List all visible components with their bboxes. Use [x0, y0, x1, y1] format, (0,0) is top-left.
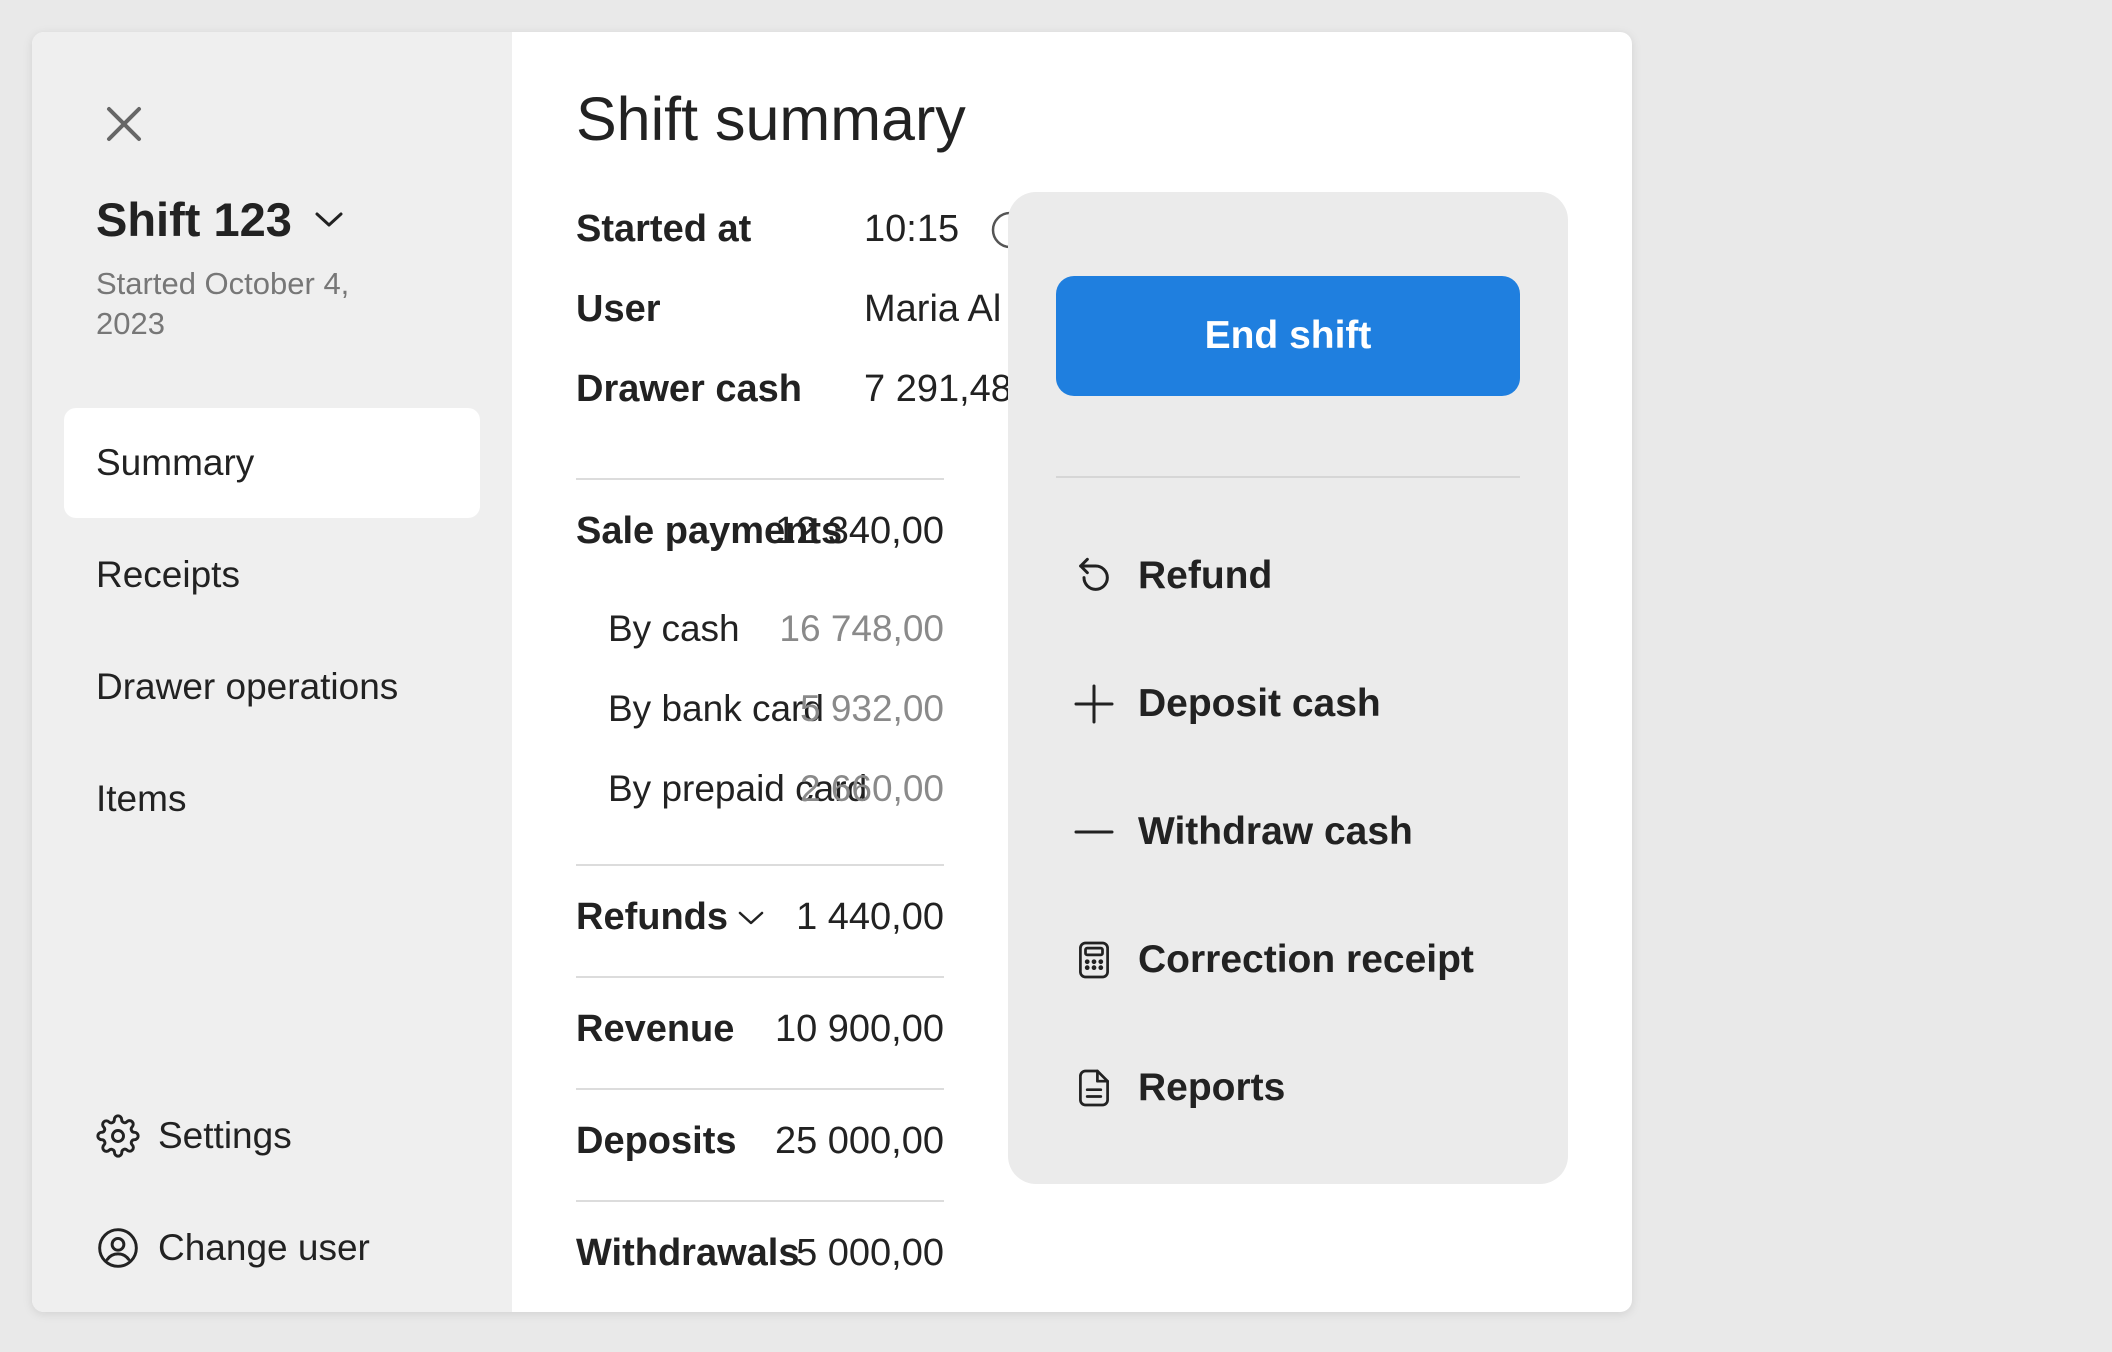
divider	[1056, 476, 1520, 478]
withdraw-cash-label: Withdraw cash	[1138, 810, 1413, 853]
sidebar-item-items[interactable]: Items	[64, 744, 480, 854]
refund-icon	[1072, 554, 1116, 598]
sidebar-item-receipts[interactable]: Receipts	[64, 520, 480, 630]
deposits-value: 25 000,00	[774, 1120, 944, 1162]
divider	[576, 1200, 944, 1202]
drawer-cash-label: Drawer cash	[576, 368, 803, 410]
reports-label: Reports	[1138, 1066, 1286, 1109]
started-at-label: Started at	[576, 208, 752, 250]
started-at-value: 10:15	[864, 208, 960, 250]
by-bank-card-value: 5 932,00	[799, 688, 944, 729]
sale-payments-value: 12 340,00	[774, 510, 944, 552]
minus-icon	[1072, 810, 1116, 854]
withdraw-cash-menu-item[interactable]: Withdraw cash	[1072, 802, 1413, 862]
by-cash-row: By cash 16 748,00	[608, 608, 944, 658]
sidebar: Shift 123 Started October 4, 2023 Summar…	[32, 32, 512, 1312]
deposit-cash-menu-item[interactable]: Deposit cash	[1072, 674, 1381, 734]
change-user-link[interactable]: Change user	[96, 1226, 370, 1270]
deposit-cash-label: Deposit cash	[1138, 682, 1381, 725]
shift-started-date: Started October 4, 2023	[96, 266, 350, 341]
refunds-label: Refunds	[576, 896, 728, 938]
gear-icon	[96, 1114, 140, 1158]
deposits-row[interactable]: Deposits 25 000,00	[576, 1120, 944, 1170]
sidebar-item-label: Items	[96, 778, 187, 819]
refunds-row[interactable]: Refunds 1 440,00	[576, 896, 944, 946]
user-value: Maria Al	[864, 288, 1002, 330]
change-user-label: Change user	[158, 1227, 370, 1268]
end-shift-button[interactable]: End shift	[1056, 276, 1520, 396]
plus-icon	[1072, 682, 1116, 726]
chevron-down-icon	[738, 910, 764, 926]
settings-label: Settings	[158, 1115, 292, 1156]
user-label: User	[576, 288, 661, 330]
sidebar-item-label: Summary	[96, 442, 255, 483]
close-icon	[106, 106, 142, 142]
divider	[576, 864, 944, 866]
settings-link[interactable]: Settings	[96, 1114, 292, 1158]
calculator-icon	[1072, 938, 1116, 982]
by-bank-card-label: By bank card	[608, 688, 824, 729]
close-button[interactable]	[96, 96, 152, 152]
user-circle-icon	[96, 1226, 140, 1270]
by-cash-value: 16 748,00	[779, 608, 944, 649]
shift-selector[interactable]: Shift 123	[96, 192, 344, 247]
refunds-value: 1 440,00	[796, 896, 944, 938]
sidebar-item-summary[interactable]: Summary	[64, 408, 480, 518]
sidebar-item-label: Receipts	[96, 554, 240, 595]
by-bank-card-row: By bank card 5 932,00	[608, 688, 944, 738]
sidebar-nav: Summary Receipts Drawer operations Items	[64, 408, 480, 856]
by-prepaid-card-row: By prepaid card 2 660,00	[608, 768, 944, 818]
reports-menu-item[interactable]: Reports	[1072, 1058, 1285, 1118]
refund-menu-item[interactable]: Refund	[1072, 546, 1272, 606]
revenue-label: Revenue	[576, 1008, 735, 1050]
sale-payments-row[interactable]: Sale payments 12 340,00	[576, 510, 944, 560]
deposits-label: Deposits	[576, 1120, 737, 1162]
withdrawals-row[interactable]: Withdrawals 5 000,00	[576, 1232, 944, 1282]
chevron-down-icon	[314, 210, 344, 230]
refunds-label-group: Refunds	[576, 896, 764, 939]
by-cash-label: By cash	[608, 608, 740, 649]
correction-receipt-label: Correction receipt	[1138, 938, 1474, 981]
withdrawals-value: 5 000,00	[796, 1232, 944, 1274]
revenue-value: 10 900,00	[774, 1008, 944, 1050]
actions-popover: End shift Refund Deposit cash Withdraw c…	[1008, 192, 1568, 1184]
by-prepaid-card-value: 2 660,00	[799, 768, 944, 809]
divider	[576, 478, 944, 480]
page-title: Shift summary	[576, 85, 966, 153]
sidebar-item-label: Drawer operations	[96, 666, 399, 707]
drawer-cash-value: 7 291,48	[864, 368, 1012, 410]
document-icon	[1072, 1066, 1116, 1110]
divider	[576, 1088, 944, 1090]
shift-title: Shift 123	[96, 193, 292, 246]
sidebar-item-drawer-operations[interactable]: Drawer operations	[64, 632, 480, 742]
correction-receipt-menu-item[interactable]: Correction receipt	[1072, 930, 1474, 990]
withdrawals-label: Withdrawals	[576, 1232, 800, 1274]
divider	[576, 976, 944, 978]
revenue-row[interactable]: Revenue 10 900,00	[576, 1008, 944, 1058]
refund-label: Refund	[1138, 554, 1273, 597]
